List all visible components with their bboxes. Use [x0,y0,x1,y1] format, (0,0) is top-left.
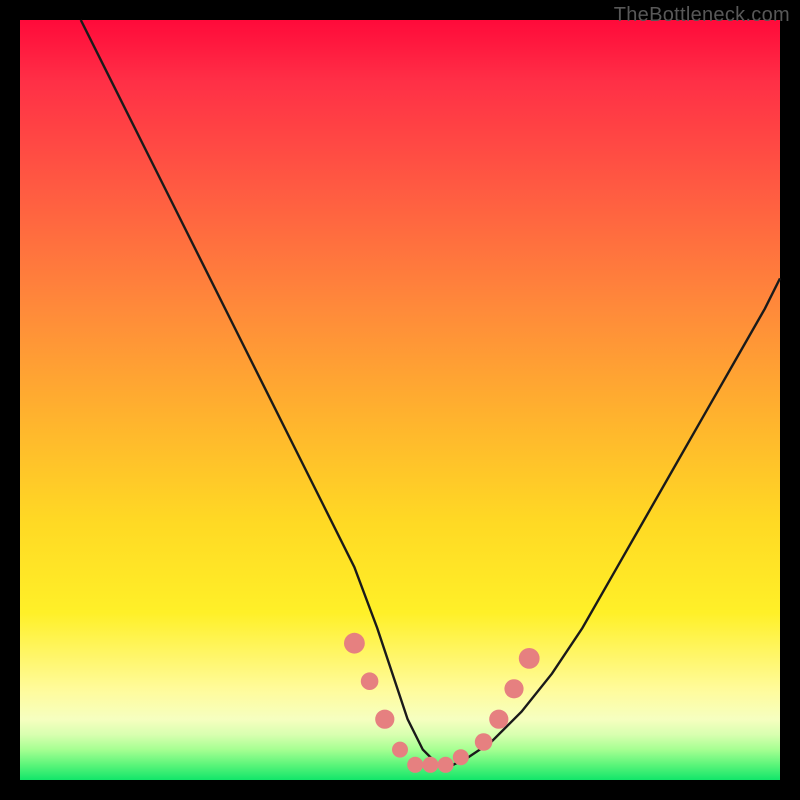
curve-marker [453,749,469,765]
curve-line [81,20,780,765]
curve-marker [504,679,523,698]
curve-marker [422,757,438,773]
curve-marker [392,742,408,758]
curve-marker [489,710,508,729]
curve-marker [344,633,365,654]
bottleneck-curve [20,20,780,780]
curve-marker [519,648,540,669]
curve-marker [361,672,379,690]
curve-marker [438,757,454,773]
curve-markers [344,633,540,773]
curve-marker [375,710,394,729]
curve-marker [407,757,423,773]
curve-marker [475,733,493,751]
